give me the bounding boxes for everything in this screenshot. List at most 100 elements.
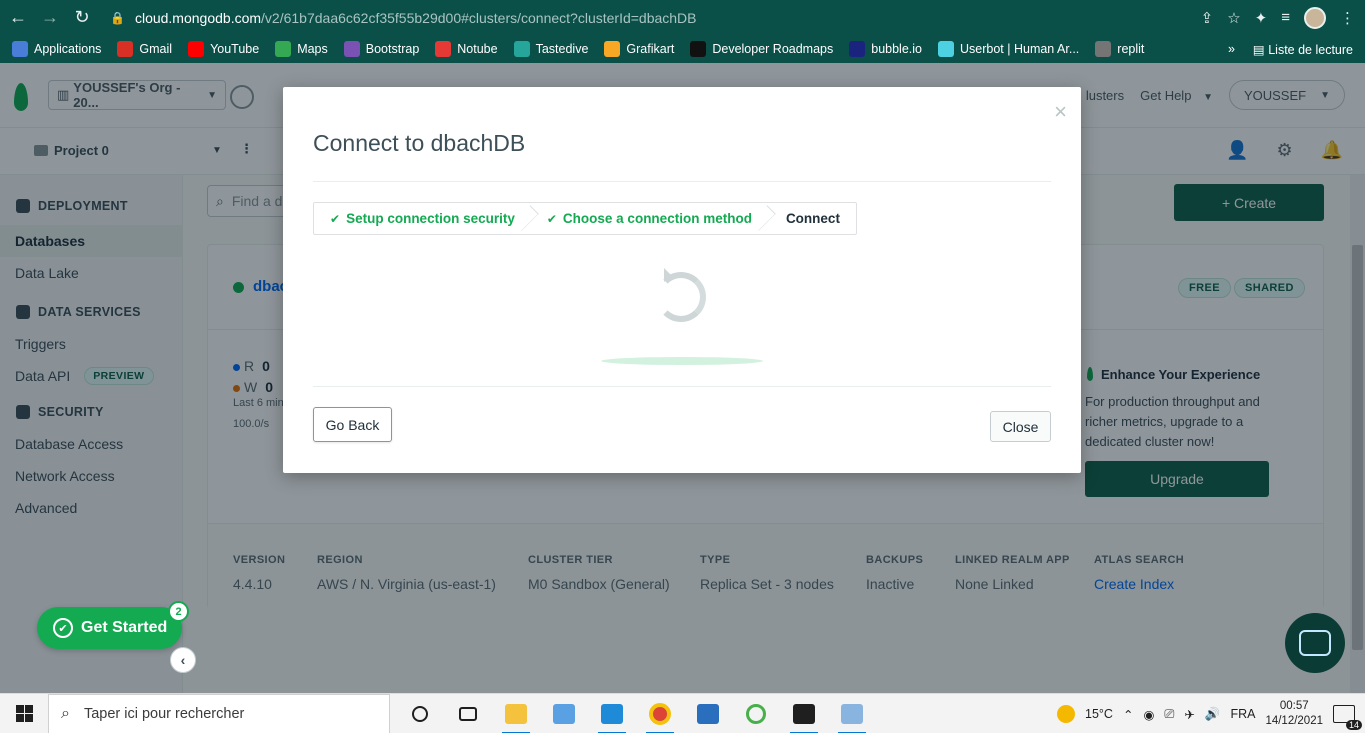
- bookmark-label: YouTube: [210, 42, 260, 56]
- bookmark-label: Bootstrap: [365, 42, 420, 56]
- kebab-menu-icon[interactable]: ⋮: [1340, 9, 1355, 27]
- bookmark-favicon-icon: [690, 41, 707, 57]
- photos-icon[interactable]: [684, 694, 732, 733]
- bookmark-favicon-icon: [275, 41, 292, 57]
- step-setup-security[interactable]: ✔ Setup connection security: [314, 203, 531, 234]
- check-icon: ✔: [53, 618, 73, 638]
- bookmark-favicon-icon: [343, 41, 360, 57]
- bookmark-label: Applications: [34, 42, 102, 56]
- back-arrow-icon[interactable]: ←: [4, 4, 32, 32]
- share-icon[interactable]: ⇪: [1201, 9, 1214, 27]
- extensions-icon[interactable]: ✦: [1255, 9, 1268, 27]
- search-icon: ⌕: [61, 704, 70, 722]
- remote-desktop-icon[interactable]: [540, 694, 588, 733]
- meet-icon[interactable]: ◉: [1143, 707, 1154, 722]
- reload-icon[interactable]: ↻: [68, 4, 96, 32]
- bookmark-10[interactable]: Userbot | Human Ar...: [938, 41, 1079, 57]
- close-icon[interactable]: ×: [1054, 99, 1067, 125]
- notifications-icon[interactable]: 14: [1333, 705, 1362, 730]
- chevron-up-icon[interactable]: ⌃: [1123, 707, 1133, 722]
- windows-taskbar: ⌕ Taper ici pour rechercher 15°C ⌃ ◉ ⎚ ✈…: [0, 693, 1365, 733]
- bookmark-0[interactable]: Applications: [12, 41, 101, 57]
- bookmark-8[interactable]: Developer Roadmaps: [690, 41, 833, 57]
- divider: [313, 386, 1051, 387]
- system-tray: 15°C ⌃ ◉ ⎚ ✈ 🔊 FRA 00:57 14/12/2021 14: [1057, 694, 1365, 733]
- taskbar-search-placeholder: Taper ici pour rechercher: [83, 705, 245, 722]
- bookmark-favicon-icon: [188, 41, 205, 57]
- bookmark-favicon-icon: [604, 41, 621, 57]
- bookmarks-bar: Applications Gmail YouTube Maps Bootstrap Not…: [0, 35, 1365, 63]
- bookmark-favicon-icon: [938, 41, 954, 57]
- bookmark-2[interactable]: YouTube: [188, 41, 259, 57]
- check-icon: ✔: [546, 211, 557, 226]
- spinner-shadow: [601, 357, 763, 365]
- bookmark-7[interactable]: Grafikart: [604, 41, 674, 57]
- notif-count: 14: [1345, 720, 1362, 730]
- loader-app-icon[interactable]: [732, 694, 780, 733]
- lock-icon: 🔒: [110, 10, 125, 25]
- go-back-button[interactable]: Go Back: [313, 407, 392, 442]
- clock-time: 00:57: [1279, 700, 1309, 712]
- file-explorer-icon[interactable]: [492, 694, 540, 733]
- bookmark-4[interactable]: Bootstrap: [343, 41, 420, 57]
- vscode-icon[interactable]: [588, 694, 636, 733]
- bookmark-6[interactable]: Tastedive: [513, 41, 589, 57]
- star-icon[interactable]: ☆: [1227, 9, 1240, 27]
- bookmark-favicon-icon: [12, 41, 28, 57]
- browser-toolbar: ← → ↻ 🔒 cloud.mongodb.com/v2/61b7daa6c62…: [0, 0, 1365, 35]
- chat-icon: [1299, 630, 1331, 656]
- bookmark-label: Notube: [457, 42, 498, 56]
- bookmark-11[interactable]: replit: [1095, 41, 1144, 57]
- clock[interactable]: 00:57 14/12/2021: [1265, 699, 1323, 729]
- bookmark-label: replit: [1117, 42, 1145, 56]
- bookmark-label: Tastedive: [535, 42, 589, 56]
- terminal-icon[interactable]: [780, 694, 828, 733]
- step-label: Connect: [785, 211, 840, 226]
- bookmark-favicon-icon: [849, 41, 866, 57]
- bookmark-favicon-icon: [1095, 41, 1112, 57]
- loading-spinner-icon: [656, 268, 706, 322]
- task-view-icon[interactable]: [444, 694, 492, 733]
- bookmark-favicon-icon: [435, 41, 452, 57]
- reading-list-label: Liste de lecture: [1268, 42, 1353, 57]
- taskbar-search-input[interactable]: ⌕ Taper ici pour rechercher: [48, 693, 390, 733]
- more-bookmarks-button[interactable]: »: [1228, 42, 1235, 56]
- profile-avatar[interactable]: [1304, 6, 1326, 29]
- clock-date: 14/12/2021: [1265, 715, 1323, 727]
- language-indicator[interactable]: FRA: [1230, 707, 1255, 721]
- check-icon: ✔: [330, 211, 341, 226]
- airplane-icon[interactable]: ✈: [1184, 707, 1194, 722]
- url-host: cloud.mongodb.com: [134, 9, 262, 26]
- bookmark-favicon-icon: [513, 41, 530, 57]
- weather-icon[interactable]: [1057, 705, 1076, 723]
- windows-start-icon[interactable]: [0, 694, 48, 733]
- bookmark-1[interactable]: Gmail: [117, 41, 172, 57]
- close-button[interactable]: Close: [990, 411, 1051, 442]
- divider: [313, 181, 1051, 182]
- media-icon[interactable]: ≡: [1281, 9, 1290, 26]
- volume-icon[interactable]: 🔊: [1205, 707, 1221, 722]
- bookmark-5[interactable]: Notube: [435, 41, 498, 57]
- step-connect[interactable]: Connect: [768, 203, 856, 234]
- bookmark-label: Gmail: [139, 42, 173, 56]
- network-icon[interactable]: ⎚: [1164, 707, 1174, 722]
- wizard-steps: ✔ Setup connection security ✔ Choose a con…: [313, 202, 857, 235]
- get-started-button[interactable]: ✔ Get Started: [37, 607, 182, 649]
- cortana-icon[interactable]: [396, 694, 444, 733]
- bookmark-label: Developer Roadmaps: [712, 42, 834, 56]
- notepad-icon[interactable]: [828, 694, 876, 733]
- address-bar[interactable]: 🔒 cloud.mongodb.com/v2/61b7daa6c62cf35f5…: [110, 10, 697, 26]
- collapse-sidebar-button[interactable]: ‹: [170, 647, 196, 673]
- chrome-icon[interactable]: [636, 694, 684, 733]
- weather-temp[interactable]: 15°C: [1085, 707, 1113, 721]
- bookmark-label: Userbot | Human Ar...: [960, 42, 1080, 56]
- connect-modal: × Connect to dbachDB ✔ Setup connection s…: [283, 87, 1081, 473]
- bookmark-label: bubble.io: [871, 42, 922, 56]
- reading-list-button[interactable]: ▤ Liste de lecture: [1253, 42, 1353, 57]
- step-label: Setup connection security: [346, 211, 515, 226]
- bookmark-9[interactable]: bubble.io: [849, 41, 922, 57]
- chat-support-button[interactable]: [1285, 613, 1345, 673]
- bookmark-3[interactable]: Maps: [275, 41, 328, 57]
- forward-arrow-icon[interactable]: →: [36, 4, 64, 32]
- step-choose-method[interactable]: ✔ Choose a connection method: [531, 203, 768, 234]
